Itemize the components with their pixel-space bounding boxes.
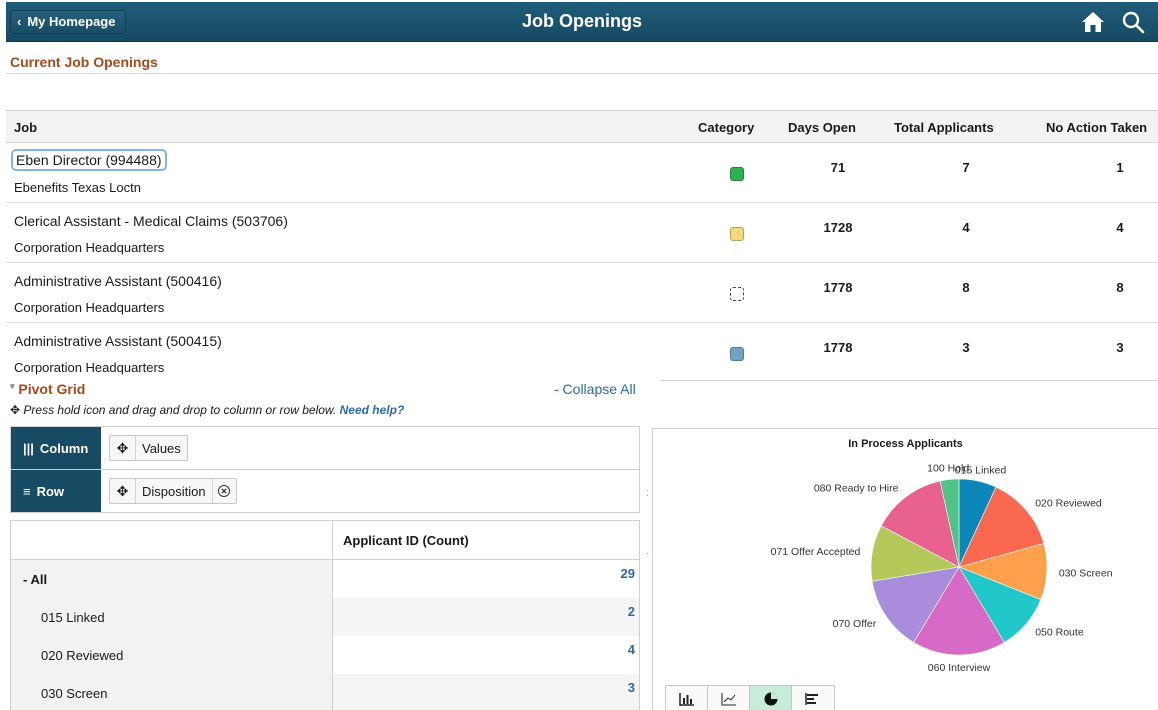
- drag-handle-icon[interactable]: ✥: [110, 479, 136, 503]
- no-action-taken: 1: [1116, 160, 1124, 175]
- no-action-taken: 4: [1116, 220, 1124, 235]
- pie-chart-icon[interactable]: [750, 686, 792, 710]
- page-title: Job Openings: [521, 11, 642, 31]
- caret-icon: ▾: [10, 381, 15, 391]
- pie-label: 071 Offer Accepted: [771, 546, 861, 558]
- row-label: 020 Reviewed: [11, 636, 333, 674]
- pie-label: 060 Interview: [928, 662, 991, 674]
- section-title: Current Job Openings: [10, 54, 158, 70]
- row-drop-zone[interactable]: ≡ Row ✥ Disposition: [10, 469, 640, 513]
- days-open: 1778: [823, 280, 853, 295]
- total-applicants: 8: [962, 280, 970, 295]
- no-action-taken: 3: [1116, 340, 1124, 355]
- days-open: 1778: [823, 340, 853, 355]
- move-icon: ✥: [10, 403, 21, 417]
- line-chart-icon[interactable]: [708, 686, 750, 710]
- column-header-days-open[interactable]: Days Open: [788, 120, 856, 135]
- collapse-all-link[interactable]: - Collapse All: [554, 381, 636, 397]
- pie-label: 030 Screen: [1059, 567, 1113, 579]
- job-location: Corporation Headquarters: [14, 240, 165, 255]
- pivot-grid-title[interactable]: ▾ Pivot Grid: [10, 381, 85, 397]
- home-icon[interactable]: [1080, 9, 1106, 35]
- splitter-handle[interactable]: :: [646, 488, 649, 499]
- drag-handle-icon[interactable]: ✥: [110, 436, 136, 460]
- table-row[interactable]: Eben Director (994488) Ebenefits Texas L…: [6, 143, 1158, 203]
- pie-label: 020 Reviewed: [1035, 497, 1102, 509]
- count-link[interactable]: 3: [333, 674, 639, 710]
- table-row[interactable]: Administrative Assistant (500416) Corpor…: [6, 263, 1158, 323]
- category-indicator: [730, 287, 744, 301]
- drag-hint: ✥ Press hold icon and drag and drop to c…: [10, 403, 405, 417]
- table-header: Job Category Days Open Total Applicants …: [6, 110, 1158, 143]
- table-row: - All 29: [11, 560, 639, 598]
- grid-column-header: Applicant ID (Count): [343, 533, 469, 548]
- chart-type-toolbar: [665, 685, 835, 710]
- column-header-job[interactable]: Job: [14, 120, 37, 135]
- table-row: 030 Screen 3: [11, 674, 639, 710]
- rows-icon: ≡: [23, 483, 31, 499]
- days-open: 71: [830, 160, 846, 175]
- count-link[interactable]: 2: [333, 598, 639, 636]
- job-location: Corporation Headquarters: [14, 360, 165, 375]
- splitter-handle[interactable]: ·: [646, 548, 649, 559]
- category-indicator: [730, 347, 744, 361]
- row-label[interactable]: - All: [11, 560, 333, 598]
- job-link[interactable]: Clerical Assistant - Medical Claims (503…: [14, 213, 288, 229]
- count-link[interactable]: 29: [333, 560, 639, 598]
- total-applicants: 4: [962, 220, 970, 235]
- row-label: 015 Linked: [11, 598, 333, 636]
- pie-label: 080 Ready to Hire: [814, 482, 899, 494]
- job-location: Ebenefits Texas Loctn: [14, 180, 141, 195]
- columns-icon: |||: [23, 440, 34, 456]
- table-row[interactable]: Clerical Assistant - Medical Claims (503…: [6, 203, 1158, 263]
- remove-icon[interactable]: [211, 479, 236, 503]
- bar-chart-icon[interactable]: [666, 686, 708, 710]
- column-header-category[interactable]: Category: [698, 120, 754, 135]
- job-location: Corporation Headquarters: [14, 300, 165, 315]
- category-indicator: [730, 167, 744, 181]
- pie-label: 100 Hold: [927, 463, 969, 475]
- header-bar: ‹ My Homepage Job Openings: [6, 2, 1158, 42]
- disposition-chip[interactable]: ✥ Disposition: [109, 478, 237, 504]
- table-row: 020 Reviewed 4: [11, 636, 639, 674]
- need-help-link[interactable]: Need help?: [340, 403, 405, 417]
- count-link[interactable]: 4: [333, 636, 639, 674]
- row-label: 030 Screen: [11, 674, 333, 710]
- pie-chart: 015 Linked020 Reviewed030 Screen050 Rout…: [771, 463, 1113, 674]
- values-chip[interactable]: ✥ Values: [109, 435, 188, 461]
- job-link[interactable]: Administrative Assistant (500416): [14, 273, 222, 289]
- column-header-no-action[interactable]: No Action Taken: [1046, 120, 1147, 135]
- pivot-table: Applicant ID (Count) - All 29 015 Linked…: [10, 520, 640, 710]
- days-open: 1728: [823, 220, 853, 235]
- row-zone-label: ≡ Row: [11, 470, 101, 512]
- column-zone-label: ||| Column: [11, 427, 101, 469]
- table-row: 015 Linked 2: [11, 598, 639, 636]
- job-link[interactable]: Eben Director (994488): [11, 149, 167, 171]
- pie-label: 050 Route: [1035, 627, 1084, 639]
- no-action-taken: 8: [1116, 280, 1124, 295]
- column-drop-zone[interactable]: ||| Column ✥ Values: [10, 426, 640, 470]
- column-header-total-applicants[interactable]: Total Applicants: [894, 120, 994, 135]
- total-applicants: 7: [962, 160, 970, 175]
- divider: [660, 380, 1158, 381]
- search-icon[interactable]: [1120, 9, 1146, 35]
- chart-panel: In Process Applicants 015 Linked 020 Revi…: [652, 428, 1158, 710]
- divider: [6, 73, 1158, 74]
- table-row[interactable]: Administrative Assistant (500415) Corpor…: [6, 323, 1158, 383]
- pie-label: 070 Offer: [833, 618, 877, 630]
- job-link[interactable]: Administrative Assistant (500415): [14, 333, 222, 349]
- category-indicator: [730, 227, 744, 241]
- horizontal-bar-icon[interactable]: [792, 686, 834, 710]
- total-applicants: 3: [962, 340, 970, 355]
